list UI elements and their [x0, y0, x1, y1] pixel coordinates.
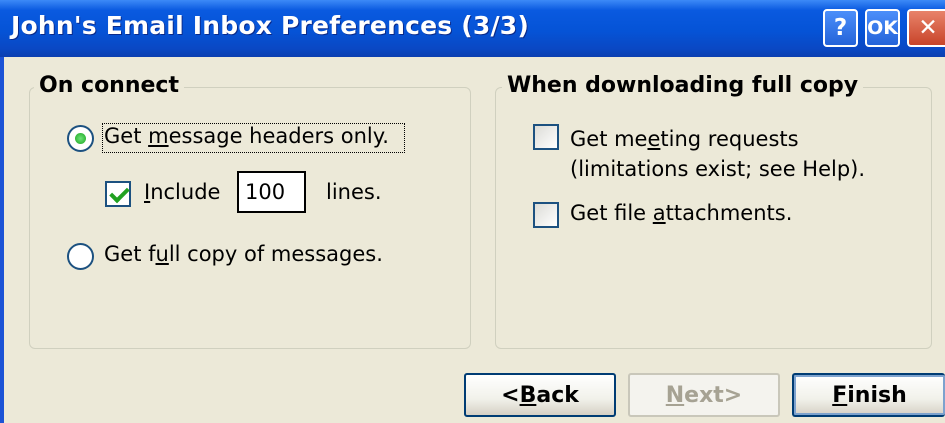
- include-label[interactable]: Include: [144, 180, 220, 204]
- window-title: John's Email Inbox Preferences (3/3): [11, 11, 530, 40]
- meeting-requests-checkbox[interactable]: [533, 124, 559, 150]
- title-bar: John's Email Inbox Preferences (3/3) ? O…: [0, 0, 945, 57]
- next-button[interactable]: Next>: [628, 373, 780, 417]
- finish-button[interactable]: Finish: [792, 373, 945, 417]
- when-downloading-legend: When downloading full copy: [502, 73, 864, 98]
- help-button[interactable]: ?: [823, 9, 858, 47]
- lines-count-input[interactable]: [237, 171, 306, 213]
- meeting-requests-label[interactable]: Get meeting requests (limitations exist; …: [570, 124, 865, 184]
- file-attachments-label[interactable]: Get file attachments.: [570, 201, 792, 225]
- close-icon: ✕: [918, 14, 938, 41]
- include-lines-checkbox[interactable]: [105, 181, 131, 207]
- headers-only-label[interactable]: Get message headers only.: [104, 124, 389, 148]
- ok-button[interactable]: OK: [865, 9, 900, 47]
- on-connect-legend: On connect: [34, 73, 184, 98]
- lines-label: lines.: [326, 180, 382, 204]
- file-attachments-checkbox[interactable]: [533, 202, 559, 228]
- meeting-requests-note: (limitations exist; see Help).: [570, 157, 866, 181]
- back-button[interactable]: < Back: [464, 373, 616, 417]
- ok-label: OK: [867, 16, 898, 39]
- close-button[interactable]: ✕: [907, 9, 945, 47]
- help-icon: ?: [833, 14, 848, 41]
- window-frame: [0, 57, 4, 423]
- full-copy-label[interactable]: Get full copy of messages.: [104, 242, 383, 266]
- full-copy-radio[interactable]: [67, 243, 94, 270]
- headers-only-radio[interactable]: [67, 125, 94, 152]
